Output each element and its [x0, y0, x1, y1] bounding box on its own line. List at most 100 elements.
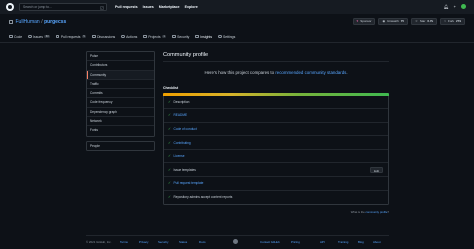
- footer-link-docs[interactable]: Docs: [199, 240, 206, 244]
- repo-tabs: Code Issues 63 Pull requests 5 Discussions…: [9, 33, 235, 43]
- pull-request-template-link[interactable]: Pull request template: [174, 181, 204, 185]
- nav-pull-requests[interactable]: Pull requests: [115, 5, 138, 9]
- user-controls: 🔔︎ +: [444, 4, 466, 9]
- menu-item-traffic[interactable]: Traffic: [87, 80, 154, 90]
- header-divider: [0, 42, 474, 43]
- code-of-conduct-link[interactable]: Code of conduct: [174, 127, 197, 131]
- check-icon: ✓: [168, 140, 172, 145]
- star-count: 6.7k: [427, 19, 434, 23]
- intro-prefix: Here's how this project compares to: [204, 70, 276, 75]
- github-logo-icon[interactable]: [6, 3, 14, 11]
- plus-icon[interactable]: +: [454, 4, 456, 9]
- menu-item-pulse[interactable]: Pulse: [87, 52, 154, 62]
- check-icon: ✓: [168, 195, 172, 200]
- check-icon: ✓: [168, 154, 172, 159]
- tab-actions[interactable]: Actions: [121, 33, 137, 40]
- pull-request-icon: [55, 34, 60, 39]
- unwatch-label: Unwatch: [387, 19, 399, 23]
- tab-label: Pull requests: [60, 34, 81, 39]
- sponsor-button[interactable]: ♥ Sponsor: [352, 17, 376, 25]
- repo-icon: [9, 19, 13, 25]
- avatar[interactable]: [461, 4, 466, 9]
- repo-name-link[interactable]: purgecss: [44, 19, 66, 25]
- footer-link-contact[interactable]: Contact GitHub: [260, 240, 280, 244]
- title-divider: [163, 61, 389, 62]
- shield-icon: [172, 34, 176, 39]
- check-icon: ✓: [168, 99, 172, 104]
- bell-icon[interactable]: 🔔︎: [444, 4, 449, 9]
- footer-link-privacy[interactable]: Privacy: [139, 240, 148, 244]
- code-icon: [9, 34, 13, 39]
- tab-code[interactable]: Code: [9, 33, 22, 40]
- menu-item-contributors[interactable]: Contributors: [87, 61, 154, 71]
- issues-count-badge: 63: [44, 34, 50, 39]
- community-profile-help: What is the community profile?: [351, 210, 389, 214]
- check-icon: ✓: [168, 181, 172, 186]
- menu-item-network[interactable]: Network: [87, 117, 154, 127]
- discussion-icon: [92, 34, 96, 39]
- insights-menu: Pulse Contributors Community Traffic Com…: [86, 51, 155, 137]
- repo-title: FullHuman / purgecss: [9, 19, 66, 25]
- star-button[interactable]: ☆ Star 6.7k: [411, 17, 438, 25]
- checklist-label: Repository admins accept content reports: [173, 195, 233, 200]
- contributing-link[interactable]: Contributing: [174, 141, 191, 145]
- tab-label: Discussions: [97, 34, 116, 39]
- page-title: Community profile: [163, 52, 209, 58]
- project-icon: [143, 34, 147, 39]
- tab-insights[interactable]: Insights: [194, 33, 213, 43]
- menu-item-commits[interactable]: Commits: [87, 89, 154, 99]
- check-icon: ✓: [168, 113, 172, 118]
- tab-security[interactable]: Security: [172, 33, 189, 40]
- tab-pull-requests[interactable]: Pull requests 5: [55, 33, 87, 40]
- tab-discussions[interactable]: Discussions: [92, 33, 115, 40]
- menu-item-community[interactable]: Community: [87, 70, 154, 80]
- tab-projects[interactable]: Projects 1: [143, 33, 167, 40]
- community-standards-link[interactable]: recommended community standards: [275, 70, 346, 75]
- tab-label: Actions: [126, 34, 138, 39]
- footer-link-status[interactable]: Status: [179, 240, 187, 244]
- checklist-row-license: ✓ License: [164, 150, 388, 164]
- search-placeholder: Search or jump to...: [23, 5, 52, 9]
- tab-label: Code: [14, 34, 23, 39]
- unwatch-button[interactable]: ◉ Unwatch 75: [378, 17, 409, 25]
- heart-icon: ♥: [356, 19, 359, 23]
- footer-link-api[interactable]: API: [320, 240, 325, 244]
- tab-settings[interactable]: Settings: [218, 33, 235, 40]
- checklist-row-content-reports: ✓ Repository admins accept content repor…: [164, 191, 388, 205]
- readme-link[interactable]: README: [174, 113, 188, 117]
- checklist-title: Checklist: [163, 86, 179, 90]
- footer-link-training[interactable]: Training: [338, 240, 348, 244]
- sponsor-label: Sponsor: [360, 19, 372, 23]
- menu-item-dependency-graph[interactable]: Dependency graph: [87, 108, 154, 118]
- issue-icon: [28, 34, 32, 39]
- footer-link-pricing[interactable]: Pricing: [291, 240, 300, 244]
- menu-item-code-frequency[interactable]: Code frequency: [87, 98, 154, 108]
- footer-link-terms[interactable]: Terms: [120, 240, 128, 244]
- intro-text: Here's how this project compares to reco…: [163, 70, 389, 75]
- tab-label: Issues: [33, 34, 43, 39]
- footer-link-security[interactable]: Security: [158, 240, 168, 244]
- license-link[interactable]: License: [174, 154, 185, 158]
- edit-issue-templates-button[interactable]: Edit: [370, 166, 383, 174]
- footer-link-about[interactable]: About: [373, 240, 381, 244]
- fork-button[interactable]: ⑂ Fork 279: [440, 17, 465, 25]
- check-icon: ✓: [168, 126, 172, 131]
- nav-marketplace[interactable]: Marketplace: [159, 5, 180, 9]
- star-icon: ☆: [415, 19, 418, 23]
- watch-count: 75: [400, 19, 405, 23]
- tab-label: Insights: [200, 34, 213, 39]
- nav-issues[interactable]: Issues: [143, 5, 154, 9]
- checklist-row-issue-templates: ✓ Issue templates Edit: [164, 163, 388, 178]
- graph-icon: [195, 34, 199, 39]
- tab-issues[interactable]: Issues 63: [28, 33, 50, 40]
- search-input[interactable]: Search or jump to... /: [19, 3, 107, 11]
- repo-owner-link[interactable]: FullHuman: [16, 19, 40, 25]
- community-profile-link[interactable]: community profile: [366, 210, 388, 214]
- github-footer-logo-icon[interactable]: [233, 238, 238, 244]
- footer-link-blog[interactable]: Blog: [358, 240, 364, 244]
- menu-item-forks[interactable]: Forks: [87, 126, 154, 135]
- nav-explore[interactable]: Explore: [185, 5, 198, 9]
- menu-item-people[interactable]: People: [86, 141, 155, 151]
- gear-icon: [218, 34, 222, 39]
- checklist-label: Description: [173, 99, 190, 104]
